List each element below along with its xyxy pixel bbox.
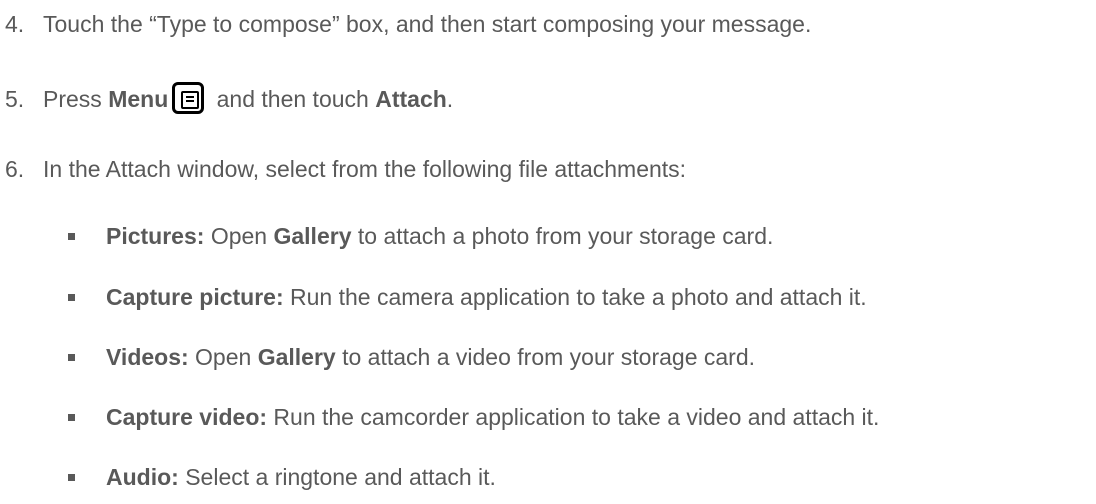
option-text-part: Open bbox=[204, 223, 274, 249]
step-text: Touch the “Type to compose” box, and the… bbox=[43, 11, 812, 37]
option-label: Capture picture: bbox=[106, 284, 284, 310]
bullet-icon bbox=[68, 233, 75, 240]
step-text: In the Attach window, select from the fo… bbox=[43, 156, 687, 182]
gallery-label: Gallery bbox=[273, 223, 352, 249]
step-text-press: Press bbox=[43, 86, 109, 112]
option-text: Videos: Open Gallery to attach a video f… bbox=[106, 343, 755, 371]
step-text-middle: and then touch bbox=[210, 86, 376, 112]
option-label: Videos: bbox=[106, 344, 189, 370]
step-number: 5. bbox=[5, 86, 25, 112]
menu-key-bar bbox=[186, 95, 195, 98]
option-text: Capture video: Run the camcorder applica… bbox=[106, 403, 879, 431]
bullet-icon bbox=[68, 354, 75, 361]
option-text: Capture picture: Run the camera applicat… bbox=[106, 283, 867, 311]
option-description: Run the camcorder application to take a … bbox=[267, 404, 880, 430]
option-text-part: to attach a photo from your storage card… bbox=[351, 223, 774, 249]
option-text-part: Open bbox=[188, 344, 258, 370]
step-number: 6. bbox=[5, 156, 25, 182]
step-number: 4. bbox=[5, 11, 25, 37]
option-label: Audio: bbox=[106, 464, 179, 490]
bullet-icon bbox=[68, 414, 75, 421]
menu-label: Menu bbox=[108, 86, 169, 112]
attach-label: Attach bbox=[375, 86, 447, 112]
option-text: Audio: Select a ringtone and attach it. bbox=[106, 463, 496, 491]
menu-key-inner bbox=[181, 90, 200, 109]
gallery-label: Gallery bbox=[257, 344, 336, 370]
option-text-part: to attach a video from your storage card… bbox=[335, 344, 756, 370]
option-label: Capture video: bbox=[106, 404, 268, 430]
option-description: Run the camera application to take a pho… bbox=[283, 284, 867, 310]
menu-key-icon bbox=[172, 81, 205, 114]
bullet-icon bbox=[68, 294, 75, 301]
bullet-icon bbox=[68, 474, 75, 481]
step-text: Press Menu and then touch Attach. bbox=[43, 81, 454, 114]
step-text-end: . bbox=[446, 86, 454, 112]
option-label: Pictures: bbox=[106, 223, 205, 249]
option-description: Select a ringtone and attach it. bbox=[178, 464, 496, 490]
option-text: Pictures: Open Gallery to attach a photo… bbox=[106, 222, 773, 250]
menu-key-bar bbox=[186, 99, 195, 102]
